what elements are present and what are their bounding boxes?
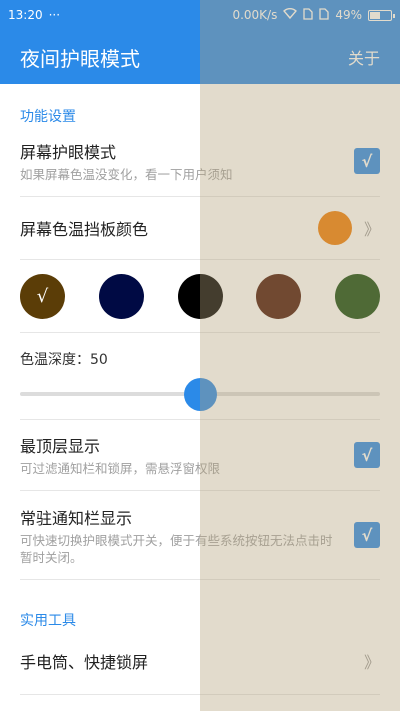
app-bar: 夜间护眼模式 关于 xyxy=(0,30,400,84)
flashlight-lock-row[interactable]: 手电筒、快捷锁屏 》 xyxy=(0,628,400,694)
color-swatch-black[interactable] xyxy=(177,273,223,319)
depth-label: 色温深度：50 xyxy=(20,352,108,368)
persistent-notify-checkbox[interactable]: √ xyxy=(354,522,380,548)
chevron-right-icon: 》 xyxy=(363,653,380,672)
section-function-settings: 功能设置 xyxy=(20,109,76,125)
filter-color-row[interactable]: 屏幕色温挡板颜色 》 xyxy=(0,197,400,259)
about-button[interactable]: 关于 xyxy=(348,45,380,69)
network-speed: 0.00K/s xyxy=(232,8,278,22)
flashlight-lock-title: 手电筒、快捷锁屏 xyxy=(20,653,149,672)
top-layer-subtitle: 可过滤通知栏和锁屏，需悬浮窗权限 xyxy=(20,461,221,476)
settings-list: 功能设置 屏幕护眼模式 如果屏幕色温没变化，看一下用户须知 √ 屏幕色温挡板颜色… xyxy=(0,84,400,695)
status-time: 13:20 xyxy=(8,8,43,22)
section-utilities: 实用工具 xyxy=(20,613,76,629)
color-swatch-navy[interactable] xyxy=(98,273,144,319)
current-color-indicator[interactable] xyxy=(317,211,352,245)
screen-eye-mode-subtitle: 如果屏幕色温没变化，看一下用户须知 xyxy=(20,167,233,182)
status-bar: 13:20 ··· 0.00K/s 49% xyxy=(0,0,400,30)
filter-color-title: 屏幕色温挡板颜色 xyxy=(20,220,149,239)
color-swatch-green[interactable] xyxy=(335,273,380,319)
persistent-notify-title: 常驻通知栏显示 xyxy=(20,508,133,528)
divider xyxy=(20,694,380,695)
screen-eye-mode-row[interactable]: 屏幕护眼模式 如果屏幕色温没变化，看一下用户须知 √ xyxy=(0,126,400,196)
app-title: 夜间护眼模式 xyxy=(20,46,140,71)
screen-eye-mode-checkbox[interactable]: √ xyxy=(354,148,380,174)
chevron-right-icon: 》 xyxy=(363,220,380,239)
persistent-notify-subtitle: 可快速切换护眼模式开关，便于有些系统按钮无法点击时暂时关闭。 xyxy=(20,532,333,565)
depth-slider[interactable] xyxy=(20,373,380,417)
battery-icon xyxy=(368,9,395,21)
sim-icon xyxy=(303,7,313,23)
top-layer-row[interactable]: 最顶层显示 可过滤通知栏和锁屏，需悬浮窗权限 √ xyxy=(0,420,400,490)
depth-slider-block: 色温深度：50 xyxy=(0,333,400,417)
top-layer-checkbox[interactable]: √ xyxy=(354,442,380,468)
wifi-icon xyxy=(283,8,298,22)
color-swatch-maroon[interactable] xyxy=(256,273,302,319)
notification-dots-icon: ··· xyxy=(48,8,61,22)
slider-thumb[interactable] xyxy=(183,378,217,411)
top-layer-title: 最顶层显示 xyxy=(20,437,101,456)
sim2-icon xyxy=(319,7,329,23)
battery-percent: 49% xyxy=(335,8,362,22)
color-swatch-row: √ xyxy=(0,260,400,332)
screen-eye-mode-title: 屏幕护眼模式 xyxy=(20,143,117,162)
color-swatch-brown[interactable]: √ xyxy=(20,273,65,319)
persistent-notify-row[interactable]: 常驻通知栏显示 可快速切换护眼模式开关，便于有些系统按钮无法点击时暂时关闭。 √ xyxy=(0,491,400,579)
